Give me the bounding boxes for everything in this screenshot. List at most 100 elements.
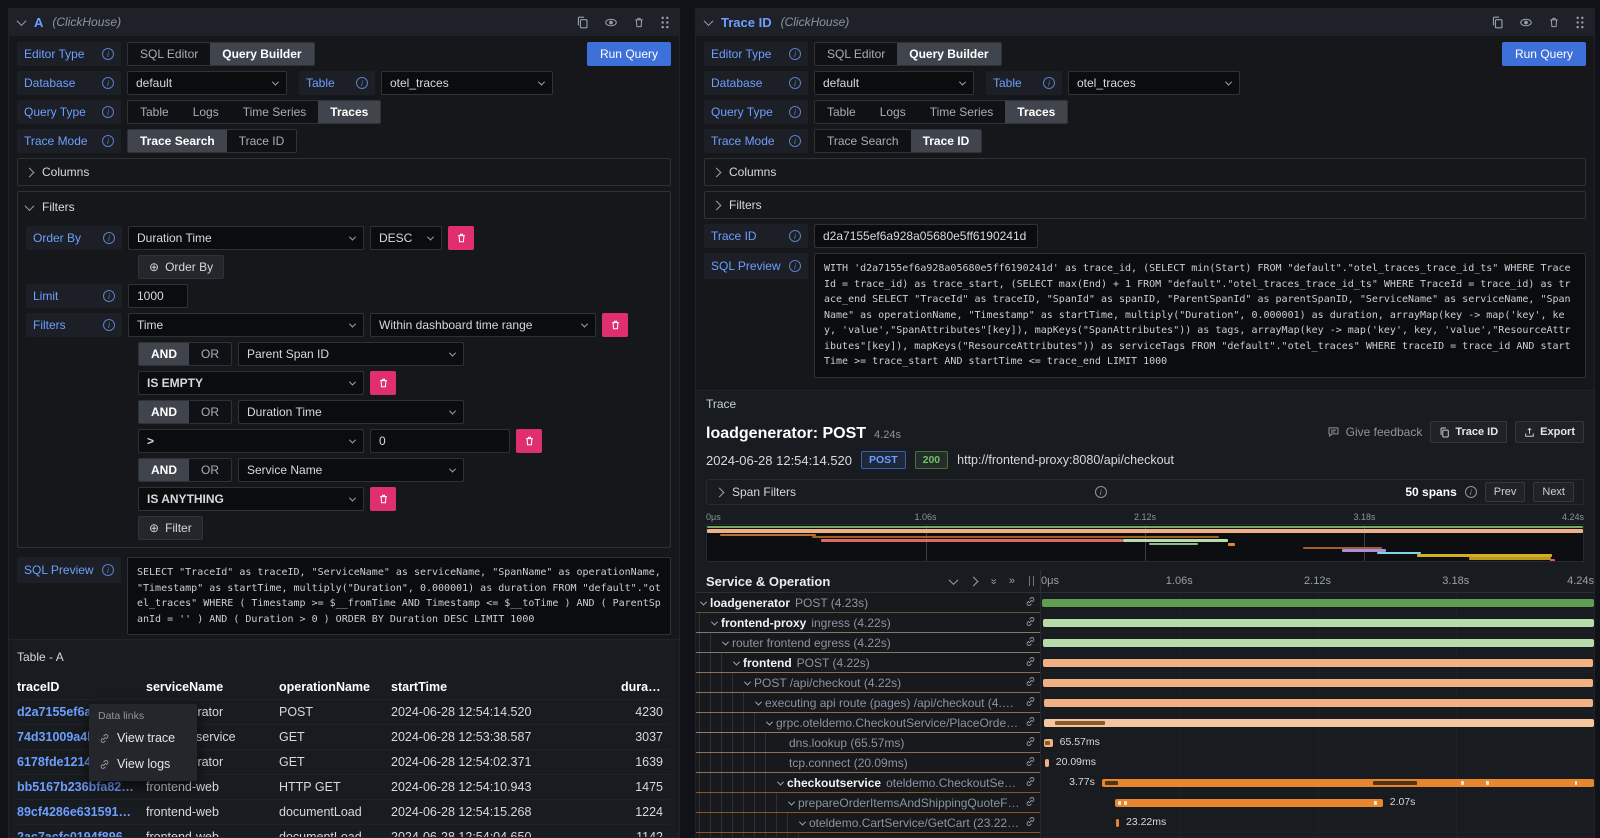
view-logs-link[interactable]: View logs [89,751,197,777]
span-gantt-cell[interactable] [1041,653,1594,673]
chevron-down-icon[interactable] [766,718,773,725]
option-or[interactable]: OR [189,343,231,365]
remove-filter-button[interactable] [370,487,396,511]
option-or[interactable]: OR [189,459,231,481]
columns-section[interactable]: Columns [17,158,671,186]
chevron-down-icon[interactable] [777,778,784,785]
option-query-builder[interactable]: Query Builder [210,43,313,65]
filter-operator-select[interactable]: IS ANYTHING [138,487,364,511]
trace-minimap[interactable]: 0μs1.06s2.12s3.18s4.24s [706,511,1584,562]
option-table[interactable]: Table [815,101,868,123]
filter-value-select[interactable]: Within dashboard time range [370,313,596,337]
option-and[interactable]: AND [139,343,189,365]
span-row[interactable]: cartservicePOST /oteldemo.CartService/Ge… [696,833,1594,838]
expand-all-icon[interactable]: » [1009,576,1015,587]
column-header-duration[interactable]: duration [621,680,671,694]
span-link-icon[interactable] [1020,736,1036,750]
info-icon[interactable] [356,77,368,89]
info-icon[interactable] [789,77,801,89]
option-sql-editor[interactable]: SQL Editor [128,43,210,65]
option-and[interactable]: AND [139,401,189,423]
chevron-down-icon[interactable] [744,678,751,685]
columns-section[interactable]: Columns [704,158,1586,186]
trace-id-input[interactable]: d2a7155ef6a928a05680e5ff6190241d [814,224,1038,248]
sql-preview-code[interactable]: WITH 'd2a7155ef6a928a05680e5ff6190241d' … [814,253,1586,378]
trash-icon[interactable] [633,16,645,29]
option-traces[interactable]: Traces [1005,101,1067,123]
option-trace-id[interactable]: Trace ID [911,130,982,152]
column-resize-handle[interactable] [1029,576,1034,586]
span-gantt-cell[interactable] [1041,633,1594,653]
filter-field-select[interactable]: Duration Time [238,400,464,424]
filter-field-select[interactable]: Service Name [238,458,464,482]
filters-section[interactable]: Filters [704,191,1586,219]
option-and[interactable]: AND [139,459,189,481]
database-select[interactable]: default [127,71,287,95]
span-link-icon[interactable] [1020,676,1036,690]
export-button[interactable]: Export [1515,421,1584,443]
give-feedback-link[interactable]: Give feedback [1327,425,1423,439]
span-link-icon[interactable] [1020,776,1036,790]
info-icon[interactable] [102,106,114,118]
filter-field-select[interactable]: Parent Span ID [238,342,464,366]
trace-id-link[interactable]: bb5167b236bfa8201... [17,780,146,794]
drag-handle-icon[interactable] [660,16,670,29]
eye-icon[interactable] [604,16,618,29]
option-trace-search[interactable]: Trace Search [815,130,911,152]
option-time-series[interactable]: Time Series [231,101,319,123]
span-bar[interactable] [1043,639,1594,647]
span-gantt-cell[interactable] [1041,713,1594,733]
eye-icon[interactable] [1519,16,1533,29]
span-name-cell[interactable]: POST /api/checkout (4.22s) [696,673,1041,693]
span-bar[interactable] [1044,719,1594,727]
span-name-cell[interactable]: frontend-proxyingress (4.22s) [696,613,1041,633]
drag-handle-icon[interactable] [1575,16,1585,29]
span-name-cell[interactable]: loadgeneratorPOST (4.23s) [696,593,1041,613]
span-gantt-cell[interactable] [1041,673,1594,693]
limit-input[interactable]: 1000 [128,284,188,308]
option-traces[interactable]: Traces [318,101,380,123]
run-query-button[interactable]: Run Query [1502,42,1586,66]
chevron-down-icon[interactable] [711,618,718,625]
span-link-icon[interactable] [1020,616,1036,630]
span-link-icon[interactable] [1020,656,1036,670]
info-icon[interactable] [789,48,801,60]
info-icon[interactable] [102,135,114,147]
span-bar[interactable] [1102,779,1594,787]
span-name-cell[interactable]: cartservicePOST /oteldemo.CartService/Ge… [696,833,1041,838]
remove-filter-button[interactable] [370,371,396,395]
span-row[interactable]: frontend-proxyingress (4.22s) [696,613,1594,633]
chevron-right-icon[interactable] [715,487,725,497]
order-by-direction-select[interactable]: DESC [370,226,442,250]
filter-value-input[interactable]: 0 [370,429,510,453]
span-name-cell[interactable]: router frontend egress (4.22s) [696,633,1041,653]
add-filter-button[interactable]: Filter [138,516,203,540]
panel-collapse-icon[interactable] [704,16,714,26]
span-gantt-cell[interactable] [1041,693,1594,713]
span-name-cell[interactable]: oteldemo.CartService/GetCart (23.22ms) [696,813,1041,833]
option-logs[interactable]: Logs [181,101,231,123]
table-select[interactable]: otel_traces [381,71,553,95]
table-select[interactable]: otel_traces [1068,71,1240,95]
span-row[interactable]: oteldemo.CartService/GetCart (23.22ms)23… [696,813,1594,833]
span-name-cell[interactable]: prepareOrderItemsAndShippingQuoteFromCar… [696,793,1041,813]
span-bar[interactable] [1115,799,1383,807]
span-bar[interactable] [1043,619,1594,627]
collapse-all-icon[interactable]: » [987,578,998,584]
span-name-cell[interactable]: grpc.oteldemo.CheckoutService/PlaceOrder… [696,713,1041,733]
span-row[interactable]: tcp.connect (20.09ms)20.09ms [696,753,1594,773]
span-link-icon[interactable] [1020,696,1036,710]
span-gantt-cell[interactable]: 3.77s [1041,773,1594,793]
option-trace-id[interactable]: Trace ID [227,130,297,152]
info-icon[interactable] [789,135,801,147]
column-header-starttime[interactable]: startTime [391,680,621,694]
info-icon[interactable] [789,260,801,272]
span-row[interactable]: POST /api/checkout (4.22s) [696,673,1594,693]
info-icon[interactable] [103,319,115,331]
span-name-cell[interactable]: tcp.connect (20.09ms) [696,753,1041,773]
filters-section-header[interactable]: Filters [26,199,662,215]
info-icon[interactable] [102,48,114,60]
info-icon[interactable] [102,77,114,89]
info-icon[interactable] [1095,486,1107,498]
minimap-canvas[interactable] [706,524,1584,562]
